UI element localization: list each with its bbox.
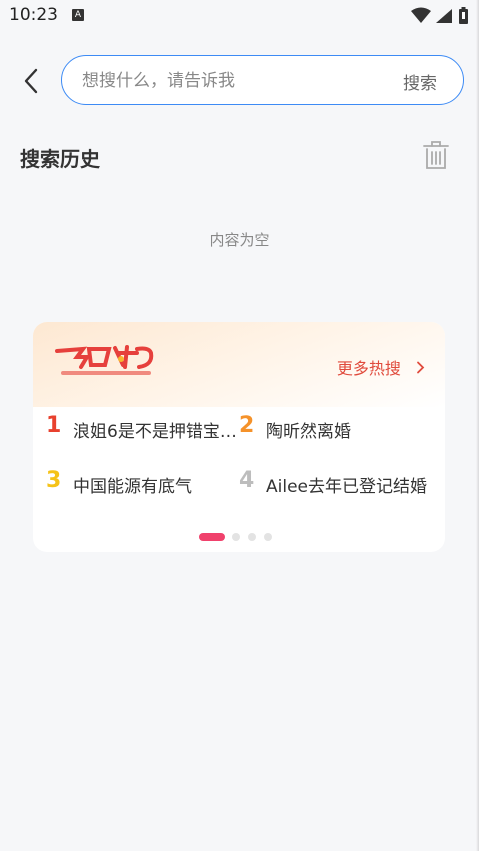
page-dot xyxy=(248,533,256,541)
hot-item-2[interactable]: 2 陶昕然离婚 xyxy=(239,413,434,443)
page-dot xyxy=(264,533,272,541)
weibo-hot-search-logo xyxy=(53,343,157,383)
hot-item-label: Ailee去年已登记结婚 xyxy=(266,477,427,497)
search-input[interactable] xyxy=(80,56,384,105)
hot-item-rank: 2 xyxy=(239,413,255,438)
page-dot-active xyxy=(199,533,225,541)
hot-item-4[interactable]: 4 Ailee去年已登记结婚 xyxy=(239,468,439,498)
hot-item-3[interactable]: 3 中国能源有底气 xyxy=(46,468,241,498)
more-hot-search-link[interactable]: 更多热搜 xyxy=(337,355,425,379)
hot-item-rank: 1 xyxy=(46,413,62,438)
status-time: 10:23 xyxy=(9,5,58,25)
more-hot-search-label: 更多热搜 xyxy=(336,359,401,378)
wifi-icon xyxy=(411,7,431,23)
page-dot xyxy=(232,533,240,541)
signal-icon xyxy=(436,9,452,23)
hot-item-rank: 4 xyxy=(239,468,255,493)
trash-icon[interactable] xyxy=(419,138,453,172)
weibo-hot-search-card: 更多热搜 1 浪姐6是不是押错宝… 2 陶昕然离婚 3 中国能源有底气 4 Ai… xyxy=(33,322,445,552)
hot-item-label: 中国能源有底气 xyxy=(73,477,192,497)
hot-item-1[interactable]: 1 浪姐6是不是押错宝… xyxy=(46,413,241,443)
hot-item-label: 浪姐6是不是押错宝… xyxy=(73,422,237,442)
empty-history-text: 内容为空 xyxy=(209,231,270,249)
back-arrow-icon[interactable] xyxy=(16,64,50,98)
hot-item-label: 陶昕然离婚 xyxy=(266,422,351,442)
battery-icon xyxy=(459,7,468,24)
chevron-right-icon xyxy=(411,359,425,378)
status-bar: 10:23 A xyxy=(0,0,479,32)
search-button[interactable]: 搜索 xyxy=(403,69,437,94)
search-history-title: 搜索历史 xyxy=(20,147,100,171)
search-box[interactable]: 搜索 xyxy=(61,55,464,105)
notification-a-icon: A xyxy=(72,9,84,21)
hot-item-rank: 3 xyxy=(46,468,62,493)
system-icons xyxy=(409,6,471,30)
